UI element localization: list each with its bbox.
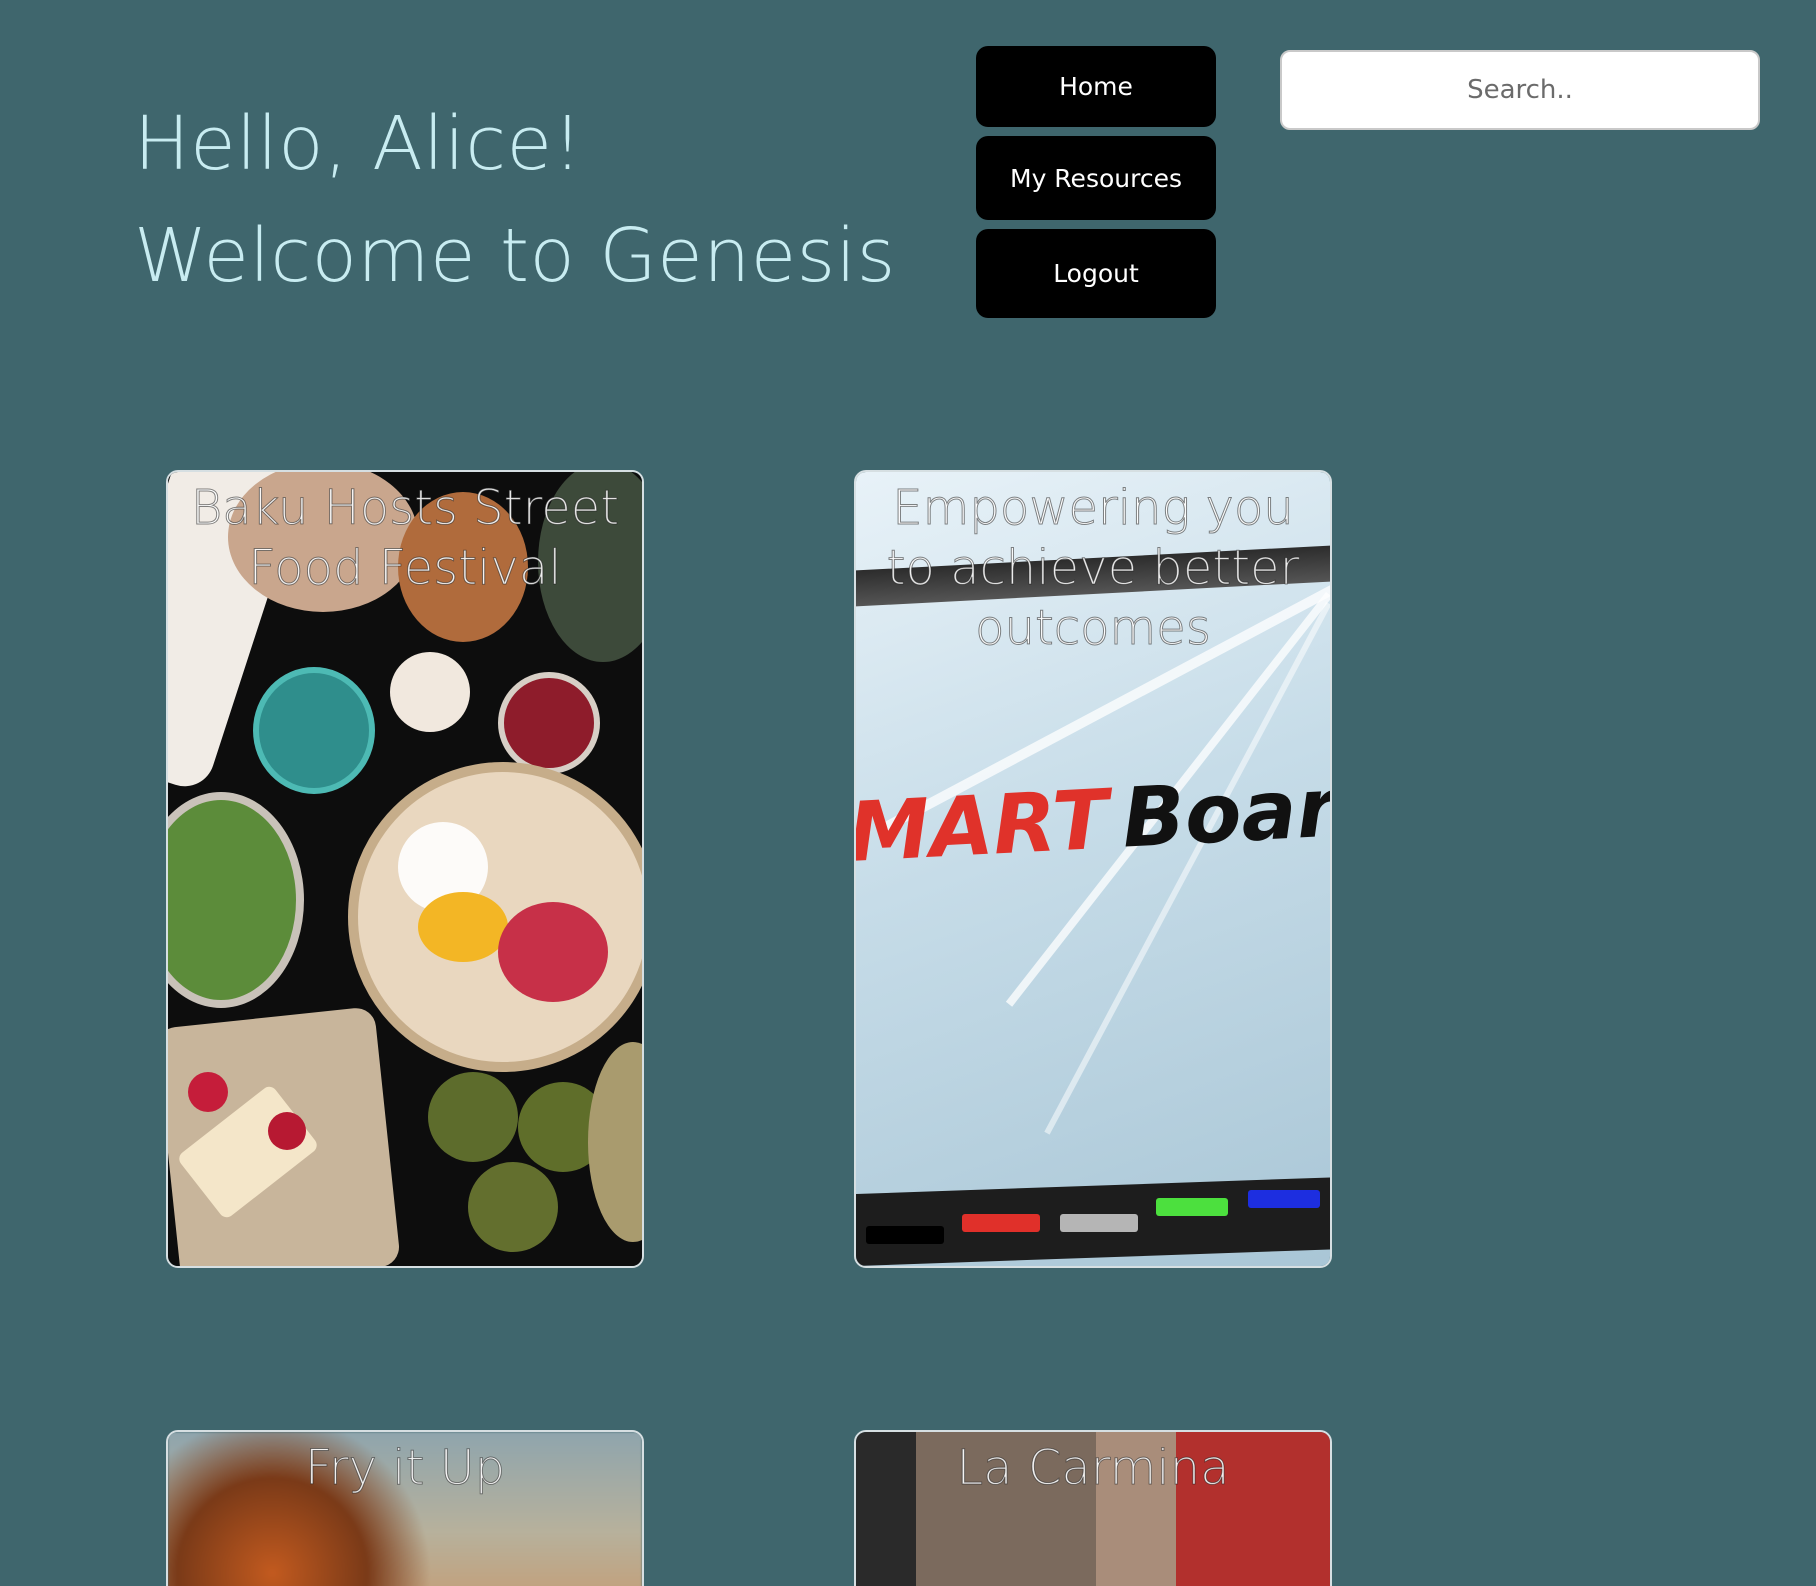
greeting-title: Hello, Alice! Welcome to Genesis [134,101,896,299]
card-title: La Carmina [956,1440,1230,1497]
search-box [1280,50,1760,130]
resource-card-la-carmina[interactable]: La Carmina [854,1430,1332,1586]
card-title: Fry it Up [304,1440,506,1497]
resource-card-fry-it-up[interactable]: Fry it Up [166,1430,644,1586]
card-title: Empowering you to achieve better outcome… [886,480,1300,657]
search-input[interactable] [1282,74,1758,106]
home-button[interactable]: Home [976,46,1216,127]
resource-card-food-festival[interactable]: Baku Hosts Street Food Festival [166,470,644,1268]
logout-button[interactable]: Logout [976,229,1216,318]
card-title: Baku Hosts Street Food Festival [190,480,620,597]
main-nav: Home My Resources Logout [976,46,1216,327]
resource-card-smartboard[interactable]: MART Boarc Empowering you to achieve bett… [854,470,1332,1268]
page: Hello, Alice! Welcome to Genesis Home My… [0,0,1816,1586]
my-resources-button[interactable]: My Resources [976,136,1216,220]
